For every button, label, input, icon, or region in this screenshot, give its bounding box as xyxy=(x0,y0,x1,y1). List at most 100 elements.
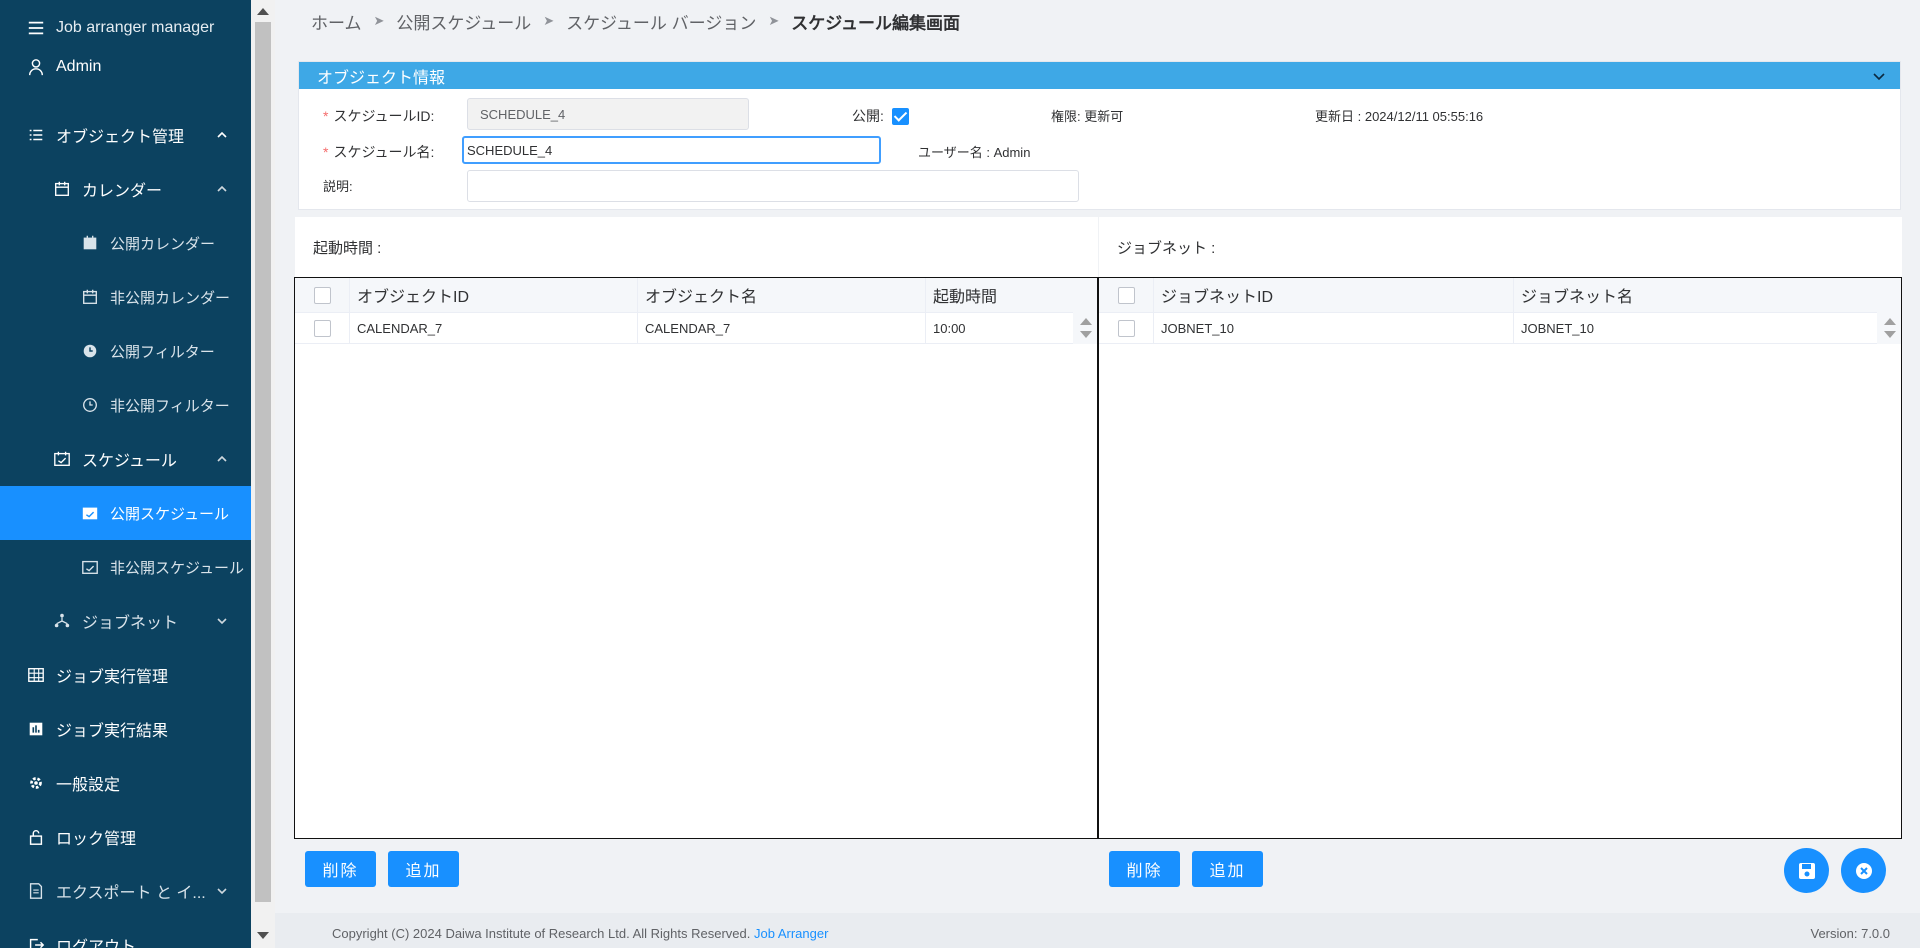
jobnet-add-button[interactable]: 追加 xyxy=(1192,851,1263,887)
sidebar-scrollbar[interactable] xyxy=(251,0,275,948)
chevron-up-icon xyxy=(215,452,229,466)
description-input[interactable] xyxy=(467,170,1079,202)
table-scrollbar[interactable] xyxy=(1073,278,1097,344)
sidebar-item-logout[interactable]: ログアウト xyxy=(0,918,251,948)
column-header[interactable]: 起動時間 xyxy=(926,278,1073,312)
sidebar-item-lock-management[interactable]: ロック管理 xyxy=(0,810,251,864)
sidebar-item-label: スケジュール xyxy=(82,453,177,470)
job-arranger-link[interactable]: Job Arranger xyxy=(754,926,828,941)
sidebar-item-private-calendar[interactable]: 非公開カレンダー xyxy=(0,270,251,324)
chevron-up-icon xyxy=(215,182,229,196)
sidebar-item-label: 非公開スケジュール xyxy=(110,559,244,577)
jobnet-name-cell: JOBNET_10 xyxy=(1521,320,1594,336)
sidebar-item-label: ジョブネット xyxy=(82,615,179,632)
breadcrumb-separator-icon: ➤ xyxy=(543,13,555,28)
schedule-icon xyxy=(80,557,100,577)
sidebar-item-label: エクスポート と イ... xyxy=(56,885,206,902)
table-scrollbar[interactable] xyxy=(1877,278,1901,344)
calendar-filled-icon xyxy=(80,233,100,253)
breadcrumb-public-schedule[interactable]: 公開スケジュール xyxy=(396,9,531,34)
row-checkbox[interactable] xyxy=(1117,319,1135,337)
scroll-up-arrow-icon[interactable] xyxy=(1884,318,1896,325)
column-header[interactable]: ジョブネットID xyxy=(1154,278,1514,312)
column-header[interactable]: オブジェクト名 xyxy=(638,278,926,312)
column-header[interactable]: ジョブネット名 xyxy=(1514,278,1877,312)
schedule-id-label: * スケジュールID: xyxy=(323,106,434,126)
sidebar-item-jobnet[interactable]: ジョブネット xyxy=(0,594,251,648)
schedule-icon xyxy=(52,449,72,469)
schedule-name-input[interactable] xyxy=(462,136,881,164)
breadcrumb-home[interactable]: ホーム xyxy=(311,9,362,34)
sidebar-item-private-filter[interactable]: 非公開フィルター xyxy=(0,378,251,432)
sidebar-item-public-filter[interactable]: 公開フィルター xyxy=(0,324,251,378)
sidebar-item-public-schedule[interactable]: 公開スケジュール xyxy=(0,486,251,540)
row-select-cell xyxy=(295,313,350,343)
sidebar-item-job-results[interactable]: ジョブ実行結果 xyxy=(0,702,251,756)
sidebar-item-label: 公開カレンダー xyxy=(110,235,216,253)
sidebar-item-general-settings[interactable]: 一般設定 xyxy=(0,756,251,810)
schedule-id-input xyxy=(467,98,749,130)
sidebar-item-label: ログアウト xyxy=(56,939,137,948)
menu-icon[interactable] xyxy=(26,18,46,38)
object-info-title: オブジェクト情報 xyxy=(317,69,446,87)
table-icon xyxy=(26,665,46,685)
select-all-cell xyxy=(1099,278,1154,312)
chevron-down-icon[interactable] xyxy=(1872,69,1886,83)
sidebar-item-private-schedule[interactable]: 非公開スケジュール xyxy=(0,540,251,594)
close-icon xyxy=(1855,862,1872,879)
sidebar-item-job-execution[interactable]: ジョブ実行管理 xyxy=(0,648,251,702)
scroll-down-arrow-icon[interactable] xyxy=(1080,331,1092,338)
user-icon xyxy=(26,57,46,77)
breadcrumb-schedule-version[interactable]: スケジュール バージョン xyxy=(566,9,756,34)
scroll-up-arrow-icon[interactable] xyxy=(257,8,269,15)
row-checkbox[interactable] xyxy=(313,319,331,337)
boot-time-table-header: オブジェクトID オブジェクト名 起動時間 xyxy=(295,278,1073,313)
select-all-checkbox[interactable] xyxy=(313,286,331,304)
sidebar-item-label: ロック管理 xyxy=(56,831,137,848)
schedule-id-label-text: スケジュールID: xyxy=(333,108,435,124)
copyright: Copyright (C) 2024 Daiwa Institute of Re… xyxy=(332,926,828,941)
sidebar-item-calendar[interactable]: カレンダー xyxy=(0,162,251,216)
updated-date: 更新日 : 2024/12/11 05:55:16 xyxy=(1315,109,1484,124)
jobnet-table-header: ジョブネットID ジョブネット名 xyxy=(1099,278,1877,313)
table-row[interactable]: JOBNET_10 JOBNET_10 xyxy=(1099,313,1877,344)
user-name: Admin xyxy=(56,58,102,75)
close-button[interactable] xyxy=(1841,848,1886,893)
scroll-down-arrow-icon[interactable] xyxy=(257,932,269,939)
sidebar-item-label: 一般設定 xyxy=(56,777,121,794)
description-label: 説明: xyxy=(323,179,353,194)
schedule-name-label-text: スケジュール名: xyxy=(333,144,435,160)
copyright-text: Copyright (C) 2024 Daiwa Institute of Re… xyxy=(332,926,751,941)
jobnet-section-title: ジョブネット : xyxy=(1099,217,1902,277)
sidebar-item-public-calendar[interactable]: 公開カレンダー xyxy=(0,216,251,270)
scroll-up-arrow-icon[interactable] xyxy=(1080,318,1092,325)
jobnet-delete-button[interactable]: 削除 xyxy=(1109,851,1180,887)
sidebar-item-export-import[interactable]: エクスポート と イ... xyxy=(0,864,251,918)
object-id-cell: CALENDAR_7 xyxy=(350,313,638,343)
user-menu[interactable]: Admin xyxy=(0,40,251,94)
list-icon xyxy=(26,125,46,145)
sidebar-item-schedule[interactable]: スケジュール xyxy=(0,432,251,486)
breadcrumb-separator-icon: ➤ xyxy=(768,13,780,28)
boot-time-add-button[interactable]: 追加 xyxy=(388,851,459,887)
scroll-down-arrow-icon[interactable] xyxy=(1884,331,1896,338)
chart-icon xyxy=(26,719,46,739)
boot-time-delete-button[interactable]: 削除 xyxy=(305,851,376,887)
unlock-icon xyxy=(26,827,46,847)
public-checkbox[interactable] xyxy=(891,107,909,125)
table-row[interactable]: CALENDAR_7 CALENDAR_7 10:00 xyxy=(295,313,1073,344)
object-name-cell: CALENDAR_7 xyxy=(638,313,926,343)
scrollbar-thumb[interactable] xyxy=(255,22,271,902)
select-all-cell xyxy=(295,278,350,312)
sidebar-item-object-management[interactable]: オブジェクト管理 xyxy=(0,108,251,162)
chevron-up-icon xyxy=(215,128,229,142)
required-mark: * xyxy=(323,144,329,160)
jobnet-table: ジョブネットID ジョブネット名 JOBNET_10 JOBNET_10 xyxy=(1098,277,1902,839)
save-button[interactable] xyxy=(1784,848,1829,893)
object-info-header[interactable]: オブジェクト情報 xyxy=(299,62,1900,89)
select-all-checkbox[interactable] xyxy=(1117,286,1135,304)
sidebar-item-label: ジョブ実行管理 xyxy=(56,669,169,686)
permission-text: 権限: 更新可 xyxy=(1051,109,1124,124)
clock-icon xyxy=(80,395,100,415)
column-header[interactable]: オブジェクトID xyxy=(350,278,638,312)
